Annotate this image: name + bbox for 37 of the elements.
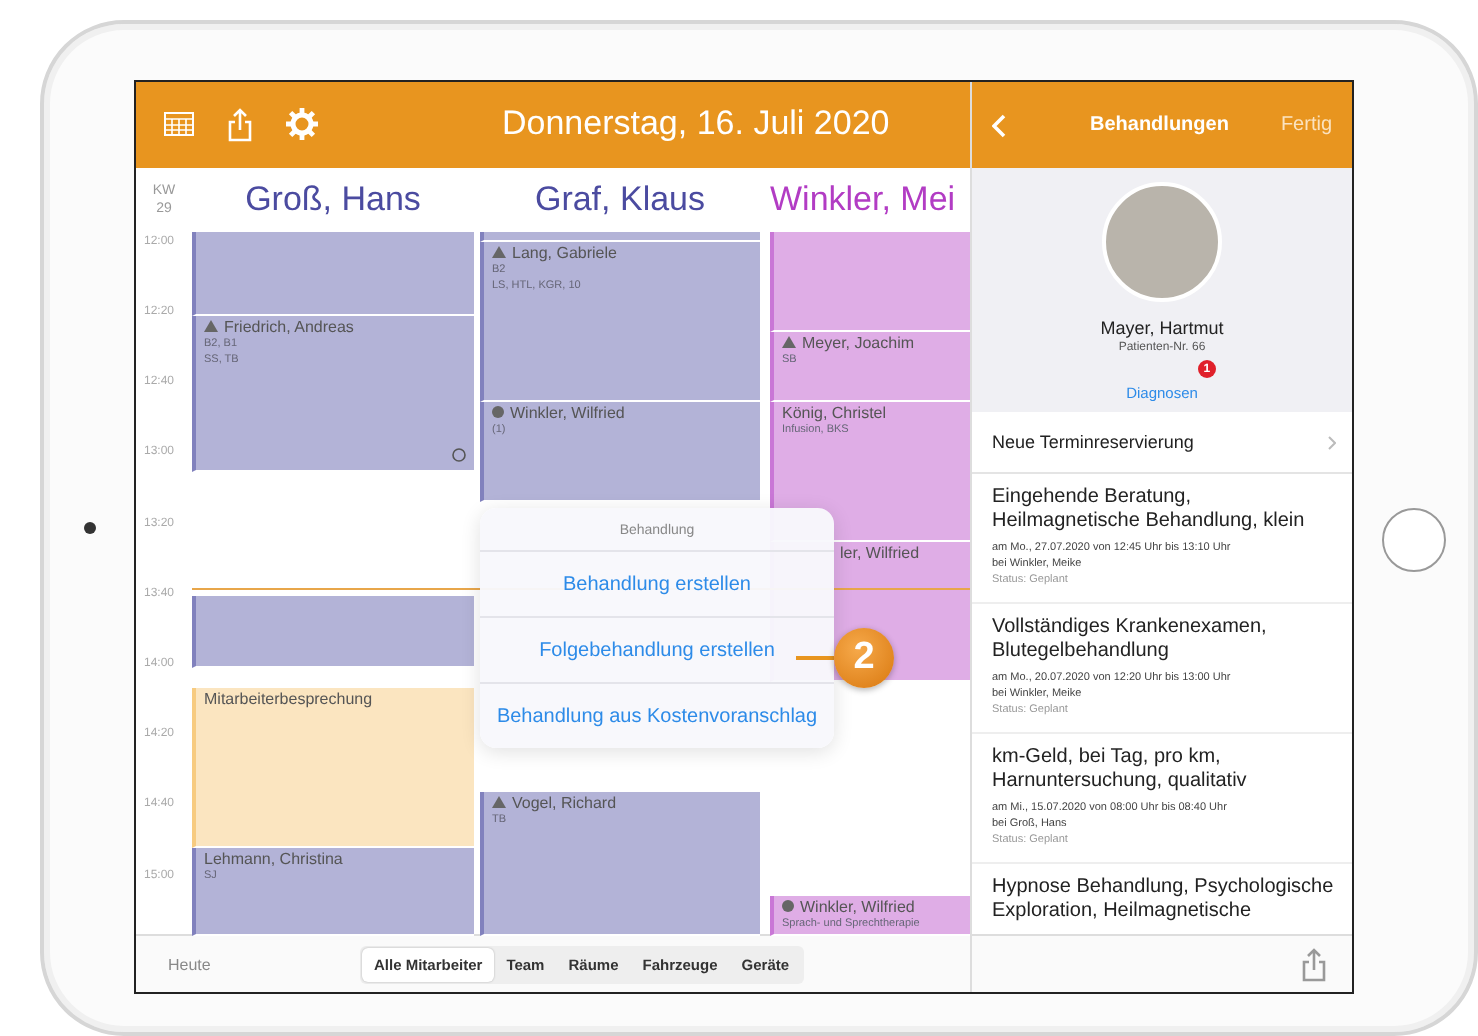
patient-name: Friedrich, Andreas xyxy=(224,317,354,336)
info-icon xyxy=(782,900,794,913)
back-chevron-icon[interactable] xyxy=(992,113,1006,137)
treatment-title: km-Geld, bei Tag, pro km, Harnuntersuchung, qualitativ xyxy=(992,746,1249,794)
employee-name: Winkler, Mei xyxy=(770,179,956,220)
leader-line xyxy=(796,656,834,660)
date-title: Donnerstag, 16. Juli 2020 xyxy=(502,104,890,145)
warning-icon xyxy=(492,246,506,259)
settings-icon[interactable] xyxy=(286,108,318,141)
employee-name: Groß, Hans xyxy=(245,179,421,220)
patient-name: Lang, Gabriele xyxy=(512,243,617,262)
patient-name: Winkler, Wilfried xyxy=(510,403,625,422)
patient-name: Meyer, Joachim xyxy=(802,333,915,352)
meeting-title: Mitarbeiterbesprechung xyxy=(204,689,373,708)
calendar-grid-icon[interactable] xyxy=(164,112,194,137)
new-booking-label: Neue Terminreservierung xyxy=(992,432,1196,452)
treatment-title: Hypnose Behandlung, Psychologische Exploration, Heilmagnetische xyxy=(992,876,1336,924)
warning-icon xyxy=(492,796,506,809)
patient-name: Winkler, Wilfried xyxy=(800,897,915,916)
patient-name: Lehmann, Christina xyxy=(204,849,343,868)
new-booking-row[interactable]: Neue Terminreservierung xyxy=(972,412,1352,474)
patient-name: König, Christel xyxy=(782,403,887,422)
panel-title: Behandlungen xyxy=(1090,114,1231,136)
patient-name: ler, Wilfried xyxy=(840,543,920,562)
patient-name: Mayer, Hartmut xyxy=(1100,318,1224,338)
employee-name: Graf, Klaus xyxy=(534,179,706,220)
info-icon xyxy=(492,406,504,419)
camera-dot xyxy=(83,522,95,534)
warning-icon xyxy=(204,320,218,333)
chevron-right-icon xyxy=(1328,435,1336,449)
circle-icon xyxy=(452,447,466,462)
treatment-title: Vollständiges Krankenexamen, Blutegelbehandlung xyxy=(992,616,1269,664)
patient-name: Vogel, Richard xyxy=(512,793,617,812)
warning-icon xyxy=(782,336,796,349)
treatment-title: Eingehende Beratung, Heilmagnetische Behandlung, klein xyxy=(992,486,1307,534)
share-icon[interactable] xyxy=(1300,947,1328,981)
home-button[interactable] xyxy=(1382,507,1446,571)
